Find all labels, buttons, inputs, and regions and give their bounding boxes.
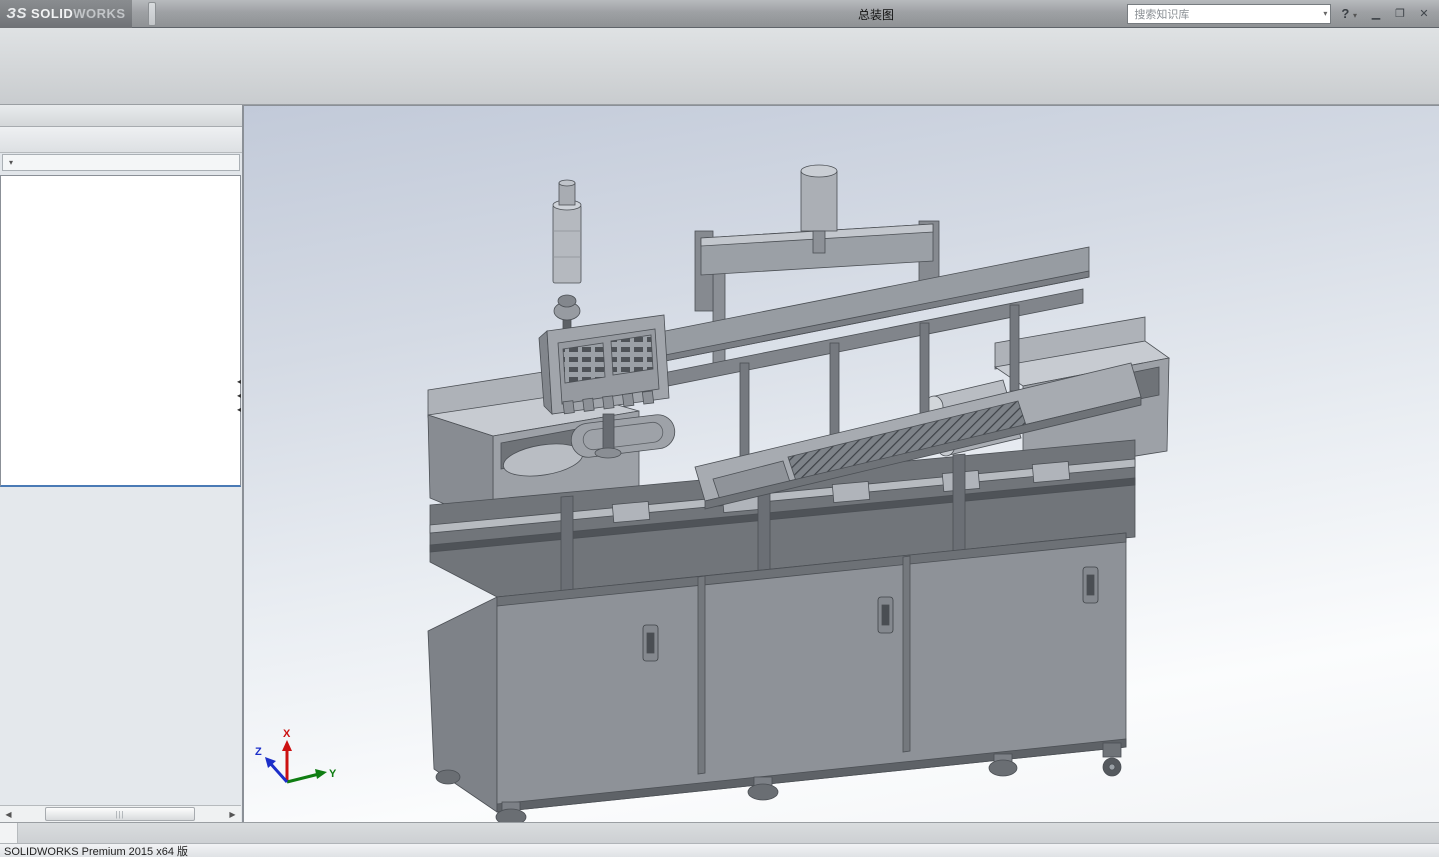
panel-horizontal-scrollbar[interactable]: ◀ ||| ▶ xyxy=(0,805,241,822)
triad-x-label: X xyxy=(283,728,291,740)
graphics-viewport[interactable]: X Y Z xyxy=(243,105,1439,822)
feature-manager-panel: ▾ ◂◂◂ ◀ ||| ▶ xyxy=(0,105,243,822)
scroll-track[interactable]: ||| xyxy=(17,806,224,822)
logo-glyph: ЗS xyxy=(6,5,27,22)
command-manager-toolbar xyxy=(0,28,1439,105)
panel-tab-strip xyxy=(0,127,242,153)
scroll-left-arrow[interactable]: ◀ xyxy=(0,806,17,822)
search-input[interactable]: 搜索知识库 ▾ xyxy=(1127,4,1331,24)
tree-filter-bar[interactable]: ▾ xyxy=(2,154,240,171)
help-button[interactable]: ? ▾ xyxy=(1341,6,1357,21)
triad-z-label: Z xyxy=(255,746,262,758)
tabs-spacer xyxy=(0,823,18,843)
tree-scroll-markers[interactable]: ◂◂◂ xyxy=(237,375,241,417)
document-title: 总装图 xyxy=(858,6,894,23)
reference-triad: X Y Z xyxy=(255,728,337,782)
command-manager-tabs xyxy=(0,105,242,127)
panel-empty-area xyxy=(0,487,241,805)
search-dropdown-icon[interactable]: ▾ xyxy=(1323,9,1327,18)
logo-works: WORKS xyxy=(73,6,125,21)
quick-access-toolbar xyxy=(148,2,156,26)
filter-dropdown-icon[interactable]: ▾ xyxy=(9,158,13,167)
solidworks-window: ЗS SOLIDWORKS 总装图 搜索知识库 ▾ ? ▾ ▁ ❐ ✕ xyxy=(0,0,1439,857)
heads-up-view-toolbar xyxy=(835,109,847,113)
status-bar: SOLIDWORKS Premium 2015 x64 版 xyxy=(0,843,1439,857)
logo-solid: SOLID xyxy=(31,6,73,21)
scroll-thumb[interactable]: ||| xyxy=(45,807,195,821)
minimize-button[interactable]: ▁ xyxy=(1367,6,1385,22)
feature-tree xyxy=(0,175,241,487)
close-button[interactable]: ✕ xyxy=(1415,6,1433,22)
triad-y-label: Y xyxy=(329,768,337,780)
search-placeholder: 搜索知识库 xyxy=(1134,6,1321,22)
document-tabs-row xyxy=(0,822,1439,843)
title-bar: ЗS SOLIDWORKS 总装图 搜索知识库 ▾ ? ▾ ▁ ❐ ✕ xyxy=(0,0,1439,28)
machine-assembly xyxy=(428,165,1169,822)
assembly-model-3d[interactable]: X Y Z xyxy=(243,105,1439,822)
status-version-text: SOLIDWORKS Premium 2015 x64 版 xyxy=(4,843,188,857)
main-area: ▾ ◂◂◂ ◀ ||| ▶ xyxy=(0,105,1439,822)
titlebar-right: 搜索知识库 ▾ ? ▾ ▁ ❐ ✕ xyxy=(1127,4,1439,24)
restore-button[interactable]: ❐ xyxy=(1391,6,1409,22)
scroll-right-arrow[interactable]: ▶ xyxy=(224,806,241,822)
window-controls: ▁ ❐ ✕ xyxy=(1361,6,1433,22)
solidworks-logo: ЗS SOLIDWORKS xyxy=(0,0,132,28)
